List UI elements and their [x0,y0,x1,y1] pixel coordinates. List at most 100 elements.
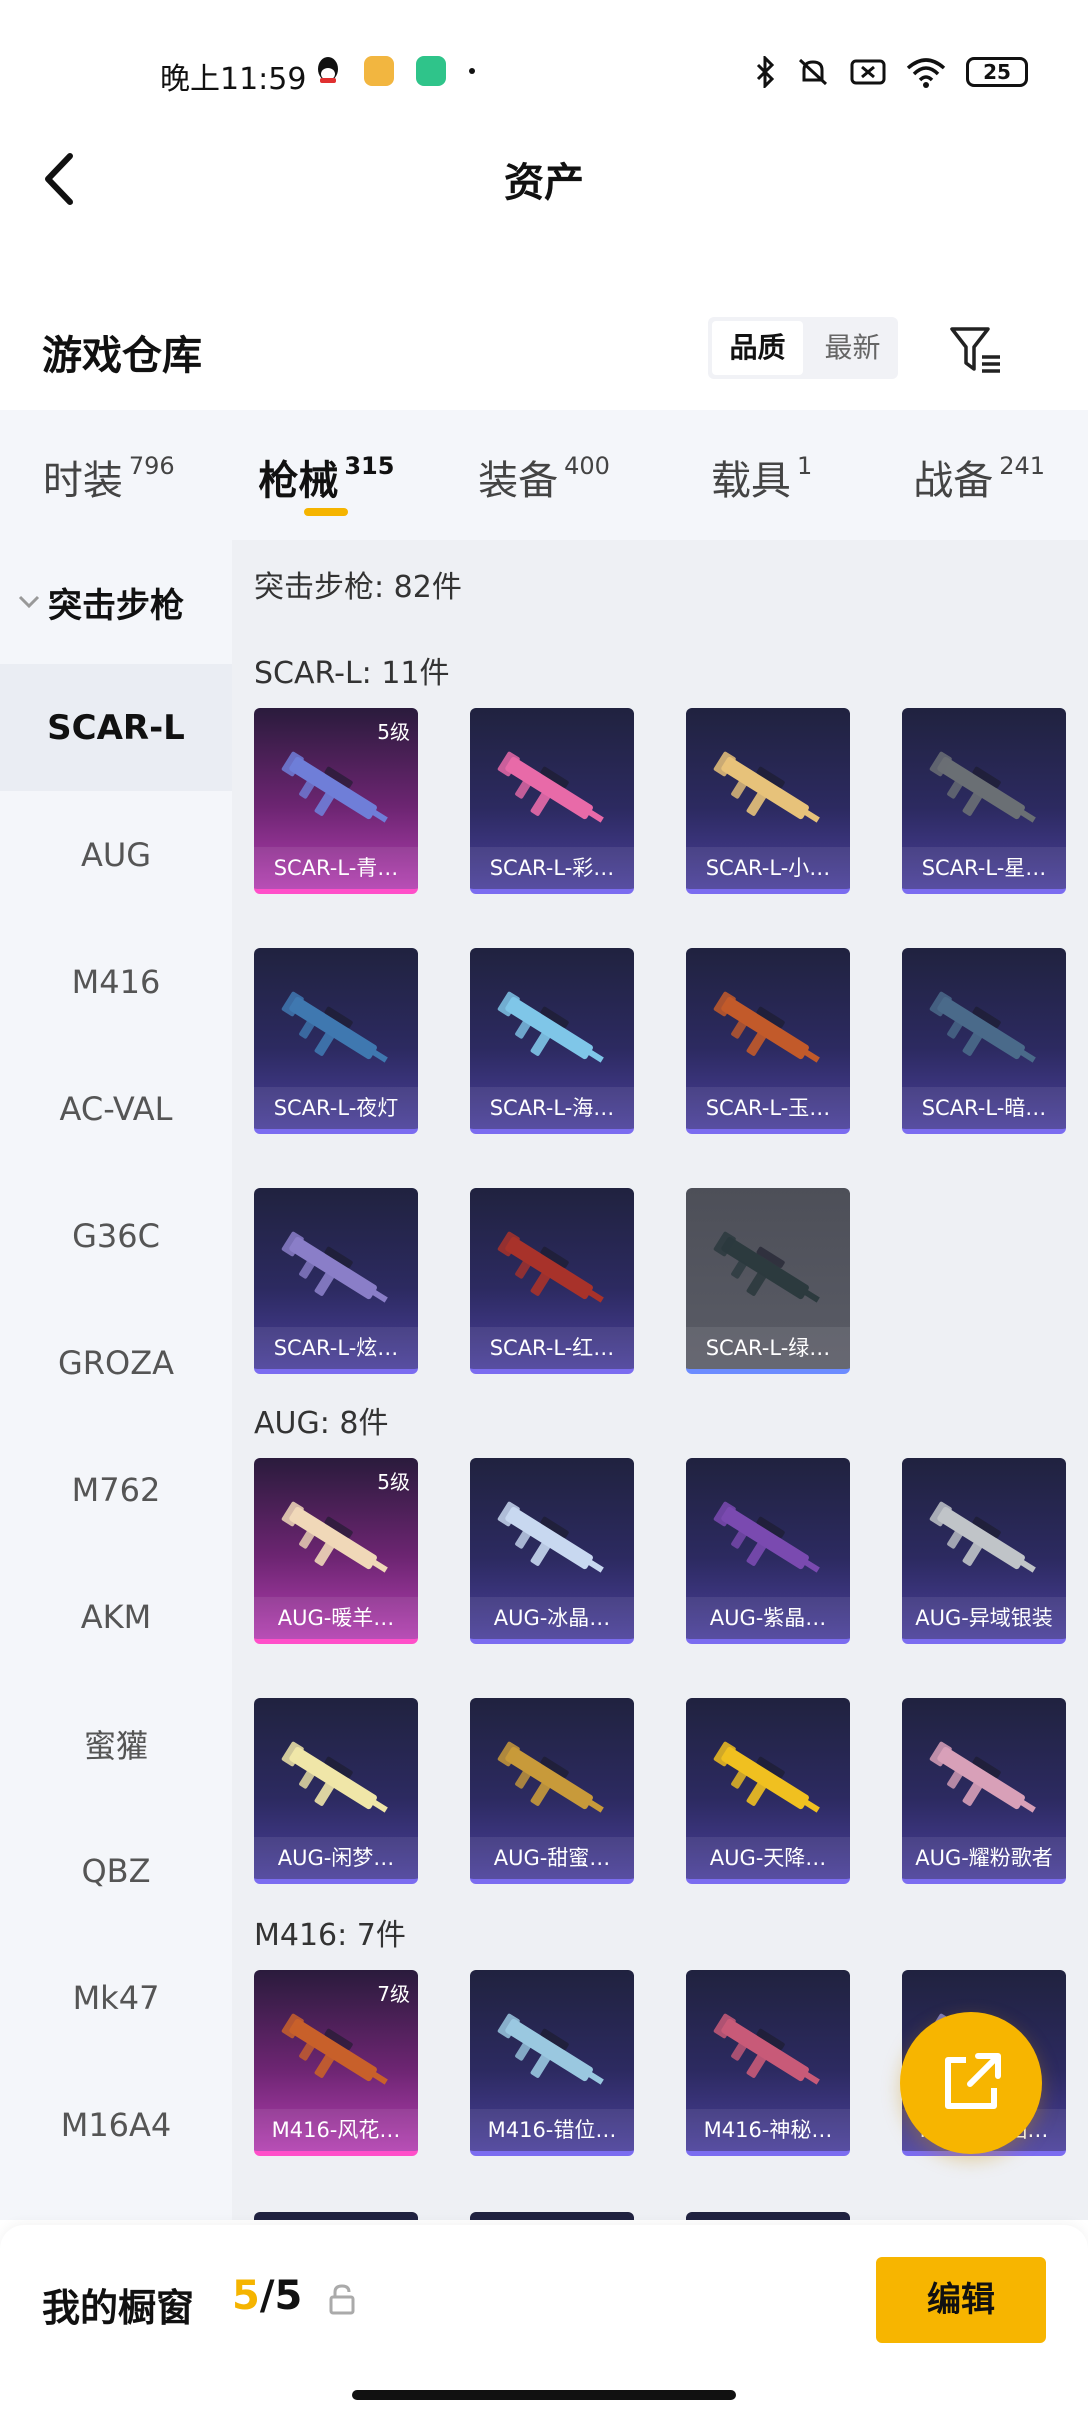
warehouse-header: 游戏仓库 品质 最新 [0,305,1088,395]
weapon-skin-card[interactable]: AUG-闲梦… [254,1698,418,1884]
sidebar-item-m762[interactable]: M762 [0,1426,232,1553]
weapon-skin-image [492,976,612,1086]
showcase-bar: 我的橱窗 5/5 编辑 [0,2225,1088,2417]
tab-label: 时装 [42,458,123,504]
weapon-skin-card[interactable]: AUG-天降… [686,1698,850,1884]
weapon-skin-card[interactable]: 5级 SCAR-L-青… [254,708,418,894]
sidebar-item-mk47[interactable]: Mk47 [0,1934,232,2061]
tab-fashion[interactable]: 时装 796 [0,410,218,540]
skin-name-label: SCAR-L-夜灯 [254,1087,418,1129]
weapon-skin-card[interactable]: SCAR-L-海… [470,948,634,1134]
item-card-partial[interactable] [254,2212,418,2220]
showcase-slots: 5/5 [232,2273,302,2319]
weapon-skin-card[interactable]: AUG-甜蜜… [470,1698,634,1884]
skin-name-label: SCAR-L-玉… [686,1087,850,1129]
skin-name-label: AUG-耀粉歌者 [902,1837,1066,1879]
weapon-skin-card[interactable]: SCAR-L-炫… [254,1188,418,1374]
weapon-skin-image [492,1998,612,2108]
tab-count: 315 [344,452,395,480]
slots-separator: / [259,2273,275,2319]
tab-label: 枪械 [258,458,339,504]
chevron-down-icon [18,595,40,609]
weapon-skin-image [492,736,612,846]
weapon-skin-card[interactable]: 5级 AUG-暖羊… [254,1458,418,1644]
status-bar: 晚上11:59 25 [0,0,1088,150]
weapon-skin-image [924,736,1044,846]
filter-icon[interactable] [948,323,1004,379]
group-title-m416: M416: 7件 [254,1918,406,1953]
sidebar-item-m16a4[interactable]: M16A4 [0,2061,232,2188]
wifi-icon [906,58,946,88]
skin-name-label: SCAR-L-彩… [470,847,634,889]
weapon-skin-card[interactable]: M416-错位… [470,1970,634,2156]
sidebar-item-groza[interactable]: GROZA [0,1299,232,1426]
slots-total: 5 [274,2273,303,2319]
tab-count: 796 [128,452,175,480]
tab-guns[interactable]: 枪械 315 [218,410,436,540]
weapon-skin-card[interactable]: SCAR-L-玉… [686,948,850,1134]
sidebar-item-qbz[interactable]: QBZ [0,1807,232,1934]
weapon-skin-card[interactable]: AUG-耀粉歌者 [902,1698,1066,1884]
sidebar-item-scar-l[interactable]: SCAR-L [0,664,232,791]
weapon-skin-image [708,1216,828,1326]
weapon-skin-image [492,1216,612,1326]
skin-name-label: AUG-闲梦… [254,1837,418,1879]
skin-name-label: SCAR-L-海… [470,1087,634,1129]
weapon-skin-image [276,1726,396,1836]
category-tabs: 时装 796 枪械 315 装备 400 载具 1 战备 241 [0,410,1088,540]
weapon-skin-card[interactable]: SCAR-L-夜灯 [254,948,418,1134]
sort-quality-option[interactable]: 品质 [712,321,803,375]
weapon-skin-card[interactable]: SCAR-L-暗… [902,948,1066,1134]
weapon-skin-card[interactable]: AUG-紫晶… [686,1458,850,1644]
share-fab[interactable] [900,2012,1042,2154]
game-app-icon [364,56,394,86]
item-card-partial[interactable] [470,2212,634,2220]
sidebar-group-assault-rifle[interactable]: 突击步枪 [0,540,232,664]
tab-count: 241 [999,452,1046,480]
tab-active-indicator [304,508,349,516]
sidebar-item-ac-val[interactable]: AC-VAL [0,1045,232,1172]
lock-icon [329,2284,355,2315]
tab-vehicles[interactable]: 载具 1 [653,410,871,540]
skin-name-label: M416-风花… [254,2109,418,2151]
skin-name-label: AUG-紫晶… [686,1597,850,1639]
weapon-skin-card[interactable]: SCAR-L-彩… [470,708,634,894]
weapon-skin-card[interactable]: M416-神秘… [686,1970,850,2156]
group-title-scar-l: SCAR-L: 11件 [254,656,450,691]
weapon-skin-card[interactable]: AUG-冰晶… [470,1458,634,1644]
weapon-skin-image [708,1486,828,1596]
skin-name-label: AUG-冰晶… [470,1597,634,1639]
weapon-skin-image [924,1486,1044,1596]
tab-supplies[interactable]: 战备 241 [870,410,1088,540]
skin-level-badge: 5级 [377,1470,410,1494]
weapon-skin-card[interactable]: 7级 M416-风花… [254,1970,418,2156]
weapon-skin-card[interactable]: SCAR-L-绿… [686,1188,850,1374]
more-dot-icon [469,68,475,74]
item-card-partial[interactable] [686,2212,850,2220]
sidebar-item-akm[interactable]: AKM [0,1553,232,1680]
skin-level-badge: 5级 [377,720,410,744]
skin-level-badge: 7级 [377,1982,410,2006]
weapon-sidebar: 突击步枪 SCAR-L AUG M416 AC-VAL G36C GROZA M… [0,540,232,2220]
sidebar-item-honey-badger[interactable]: 蜜獾 [0,1680,232,1807]
edit-button[interactable]: 编辑 [876,2257,1046,2343]
weapon-skin-card[interactable]: SCAR-L-小… [686,708,850,894]
weapon-skin-card[interactable]: SCAR-L-红… [470,1188,634,1374]
mute-icon [798,58,828,86]
tab-label: 载具 [710,458,791,504]
sidebar-item-g36c[interactable]: G36C [0,1172,232,1299]
weapon-skin-image [924,976,1044,1086]
weapon-skin-image [708,736,828,846]
tab-equipment[interactable]: 装备 400 [435,410,653,540]
sidebar-group-label: 突击步枪 [48,585,184,626]
bluetooth-icon [756,56,775,88]
sidebar-item-m416[interactable]: M416 [0,918,232,1045]
status-time: 晚上11:59 [160,62,307,97]
weapon-skin-image [276,1216,396,1326]
weapon-skin-card[interactable]: AUG-异域银装 [902,1458,1066,1644]
weapon-skin-card[interactable]: SCAR-L-星… [902,708,1066,894]
sidebar-item-aug[interactable]: AUG [0,791,232,918]
page-title: 资产 [504,160,584,206]
sort-newest-option[interactable]: 最新 [807,317,898,379]
security-app-icon [416,56,446,86]
